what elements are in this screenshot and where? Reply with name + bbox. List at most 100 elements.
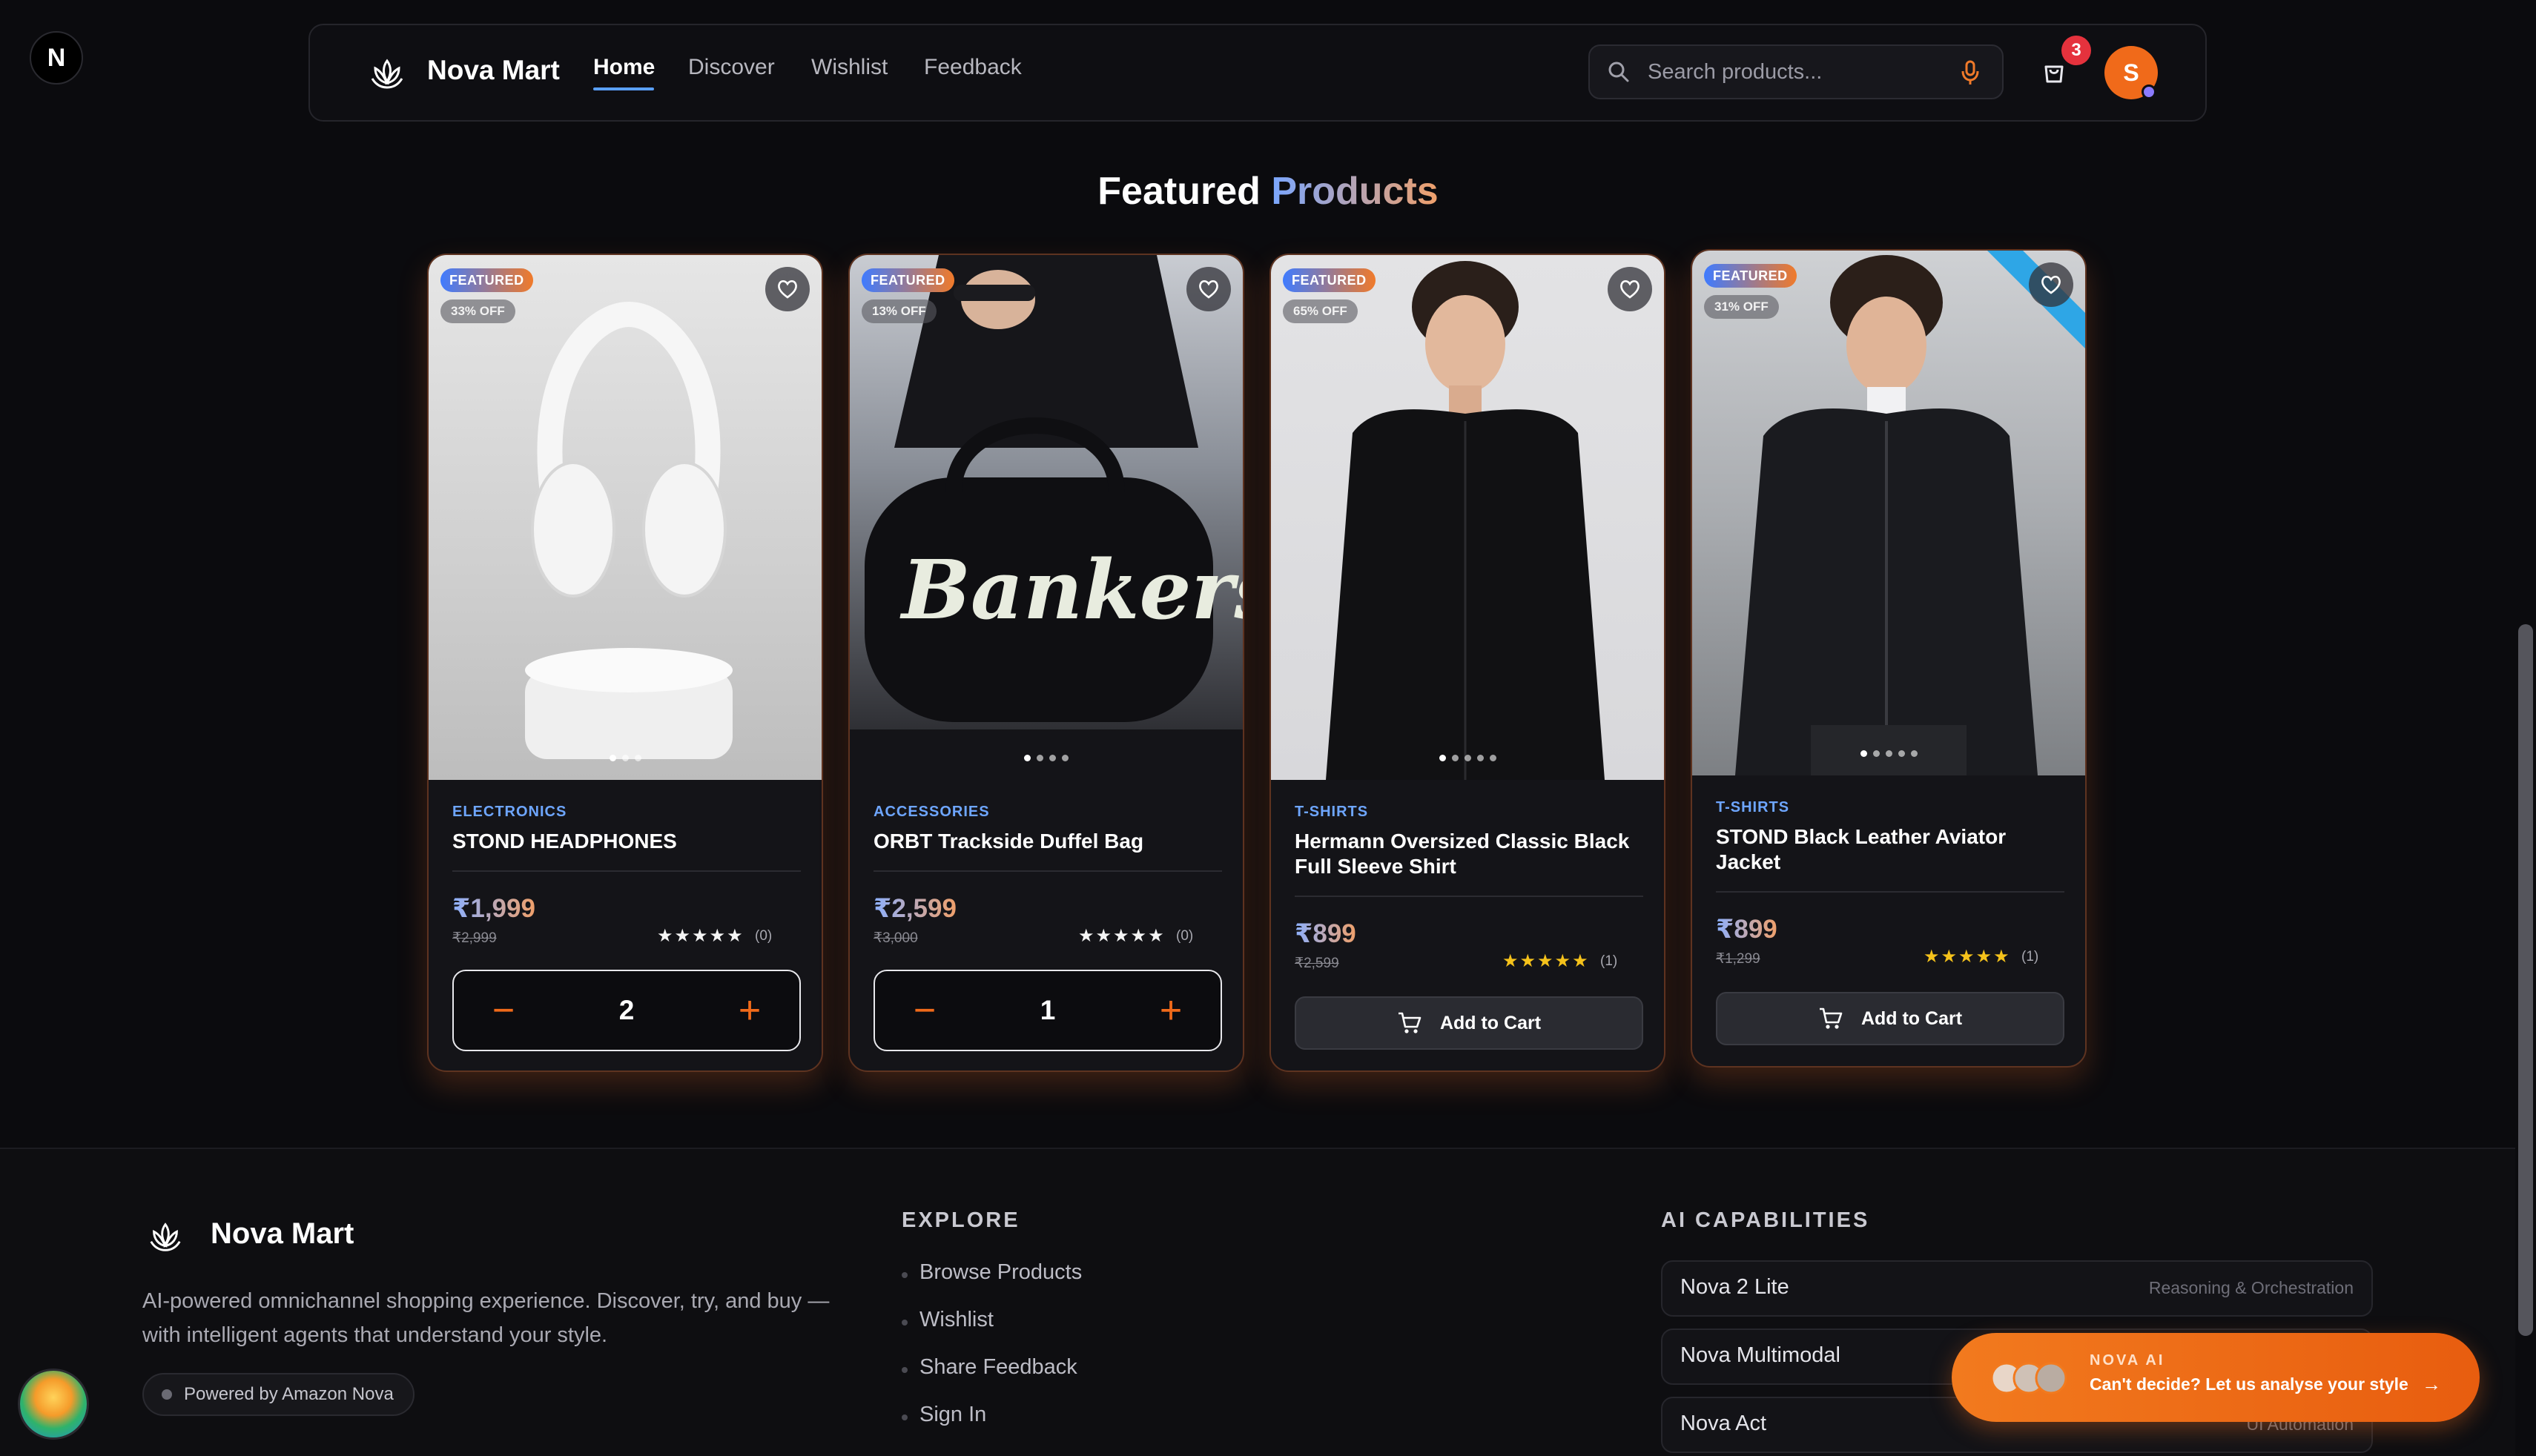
product-price: ₹1,999 bbox=[452, 894, 535, 923]
assistant-avatar[interactable] bbox=[18, 1369, 89, 1440]
heart-icon bbox=[1199, 279, 1218, 299]
lotus-logo-icon bbox=[150, 1222, 181, 1251]
cart-count-badge: 3 bbox=[2061, 36, 2091, 65]
image-carousel-dots[interactable] bbox=[1271, 755, 1664, 761]
add-to-cart-button[interactable]: Add to Cart bbox=[1295, 996, 1643, 1050]
discount-badge: 33% OFF bbox=[440, 300, 515, 323]
online-status-dot bbox=[2142, 85, 2156, 99]
footer-link-browse-products[interactable]: Browse Products bbox=[919, 1260, 1082, 1285]
heart-icon bbox=[2041, 275, 2061, 294]
bullet bbox=[902, 1320, 908, 1326]
discount-badge: 31% OFF bbox=[1704, 295, 1779, 319]
increase-quantity-button[interactable]: + bbox=[1130, 971, 1212, 1050]
heart-icon bbox=[778, 279, 797, 299]
product-mrp: ₹2,999 bbox=[452, 930, 497, 946]
capability-description: Reasoning & Orchestration bbox=[2148, 1278, 2354, 1297]
product-card[interactable]: FEATURED 65% OFF T-SHIRTS Hermann Oversi… bbox=[1269, 254, 1665, 1072]
product-category: T-SHIRTS bbox=[1295, 804, 1369, 820]
lotus-logo-icon[interactable] bbox=[366, 53, 408, 95]
featured-badge: FEATURED bbox=[440, 268, 533, 292]
microphone-icon[interactable] bbox=[1959, 59, 1981, 86]
add-to-cart-button[interactable]: Add to Cart bbox=[1716, 992, 2064, 1045]
product-name[interactable]: ORBT Trackside Duffel Bag bbox=[874, 829, 1222, 854]
rating-count: (0) bbox=[755, 928, 773, 944]
product-card[interactable]: FEATURED 31% OFF T-SHIRTS STOND Black Le… bbox=[1691, 249, 2087, 1068]
decrease-quantity-button[interactable]: − bbox=[463, 971, 544, 1050]
product-mrp: ₹3,000 bbox=[874, 930, 918, 946]
divider bbox=[874, 870, 1222, 872]
search-icon bbox=[1608, 62, 1629, 82]
featured-badge: FEATURED bbox=[1283, 268, 1376, 292]
product-image[interactable]: Bankers bbox=[850, 255, 1243, 780]
nav-wishlist[interactable]: Wishlist bbox=[811, 55, 888, 80]
brand-name[interactable]: Nova Mart bbox=[427, 55, 560, 86]
explore-heading: EXPLORE bbox=[902, 1208, 1020, 1232]
quantity-stepper: − 2 + bbox=[452, 970, 801, 1051]
wishlist-button[interactable] bbox=[765, 267, 810, 311]
wishlist-button[interactable] bbox=[1186, 267, 1231, 311]
featured-badge: FEATURED bbox=[862, 268, 954, 292]
quantity-stepper: − 1 + bbox=[874, 970, 1222, 1051]
product-name[interactable]: STOND Black Leather Aviator Jacket bbox=[1716, 824, 2064, 875]
nova-ai-label: NOVA AI bbox=[2090, 1352, 2165, 1369]
search-input[interactable] bbox=[1648, 49, 1944, 95]
rating-count: (0) bbox=[1176, 928, 1194, 944]
shirt-model-illustration bbox=[1326, 261, 1605, 780]
nav-feedback[interactable]: Feedback bbox=[924, 55, 1022, 80]
product-mrp: ₹2,599 bbox=[1295, 956, 1339, 971]
capability-name: Nova Multimodal bbox=[1680, 1343, 1840, 1367]
section-title-part1: Featured bbox=[1097, 170, 1261, 213]
divider bbox=[1295, 896, 1643, 897]
product-image[interactable] bbox=[429, 255, 822, 780]
nova-ai-cta: Can't decide? Let us analyse your style bbox=[2090, 1374, 2408, 1394]
bullet bbox=[902, 1367, 908, 1373]
product-category: T-SHIRTS bbox=[1716, 799, 1790, 815]
wishlist-button[interactable] bbox=[1608, 267, 1652, 311]
product-category: ACCESSORIES bbox=[874, 804, 990, 820]
avatar-group-icon bbox=[1990, 1362, 2067, 1394]
jacket-model-illustration bbox=[1735, 255, 2038, 775]
image-carousel-dots[interactable] bbox=[1692, 750, 2085, 757]
rating-stars: ★★★★★ bbox=[1924, 947, 2011, 967]
nav-discover[interactable]: Discover bbox=[688, 55, 775, 80]
product-price: ₹2,599 bbox=[874, 894, 957, 923]
product-price: ₹899 bbox=[1716, 915, 1777, 944]
nav-active-underline bbox=[593, 87, 654, 90]
wishlist-button[interactable] bbox=[2029, 262, 2073, 307]
image-carousel-dots[interactable] bbox=[429, 755, 822, 761]
product-name[interactable]: STOND HEADPHONES bbox=[452, 829, 801, 854]
section-title-part2: Products bbox=[1271, 170, 1439, 213]
product-mrp: ₹1,299 bbox=[1716, 951, 1760, 967]
duffel-bag-illustration: Bankers bbox=[850, 255, 1244, 780]
footer-link-wishlist[interactable]: Wishlist bbox=[919, 1308, 994, 1332]
add-to-cart-label: Add to Cart bbox=[1860, 1007, 1963, 1029]
cart-icon bbox=[1398, 1012, 1421, 1033]
nav-home[interactable]: Home bbox=[593, 55, 655, 80]
cart-icon bbox=[1819, 1007, 1843, 1029]
status-dot bbox=[162, 1389, 172, 1400]
app-badge[interactable]: N bbox=[30, 31, 83, 85]
product-card[interactable]: FEATURED 33% OFF ELECTRONICS STOND HEADP… bbox=[427, 254, 823, 1072]
footer-brand: Nova Mart bbox=[211, 1217, 354, 1250]
rating-stars: ★★★★★ bbox=[1502, 951, 1590, 971]
product-image[interactable] bbox=[1271, 255, 1664, 780]
svg-text:Bankers: Bankers bbox=[899, 542, 1244, 638]
product-card[interactable]: Bankers FEATURED 13% OFF ACCESSORIES ORB… bbox=[848, 254, 1244, 1072]
heart-icon bbox=[1620, 279, 1640, 299]
increase-quantity-button[interactable]: + bbox=[709, 971, 790, 1050]
product-price: ₹899 bbox=[1295, 919, 1356, 948]
decrease-quantity-button[interactable]: − bbox=[884, 971, 965, 1050]
bullet bbox=[902, 1414, 908, 1420]
cart-icon[interactable] bbox=[2041, 59, 2067, 86]
discount-badge: 13% OFF bbox=[862, 300, 937, 323]
footer-link-share-feedback[interactable]: Share Feedback bbox=[919, 1355, 1077, 1380]
scrollbar-thumb[interactable] bbox=[2518, 624, 2533, 1336]
ai-capabilities-heading: AI CAPABILITIES bbox=[1661, 1208, 1870, 1232]
capability-name: Nova Act bbox=[1680, 1412, 1767, 1435]
divider bbox=[1716, 891, 2064, 893]
footer-link-sign-in[interactable]: Sign In bbox=[919, 1403, 986, 1427]
product-image[interactable] bbox=[1692, 251, 2085, 775]
image-carousel-dots[interactable] bbox=[850, 755, 1243, 761]
rating-count: (1) bbox=[1600, 953, 1618, 969]
product-name[interactable]: Hermann Oversized Classic Black Full Sle… bbox=[1295, 829, 1643, 879]
